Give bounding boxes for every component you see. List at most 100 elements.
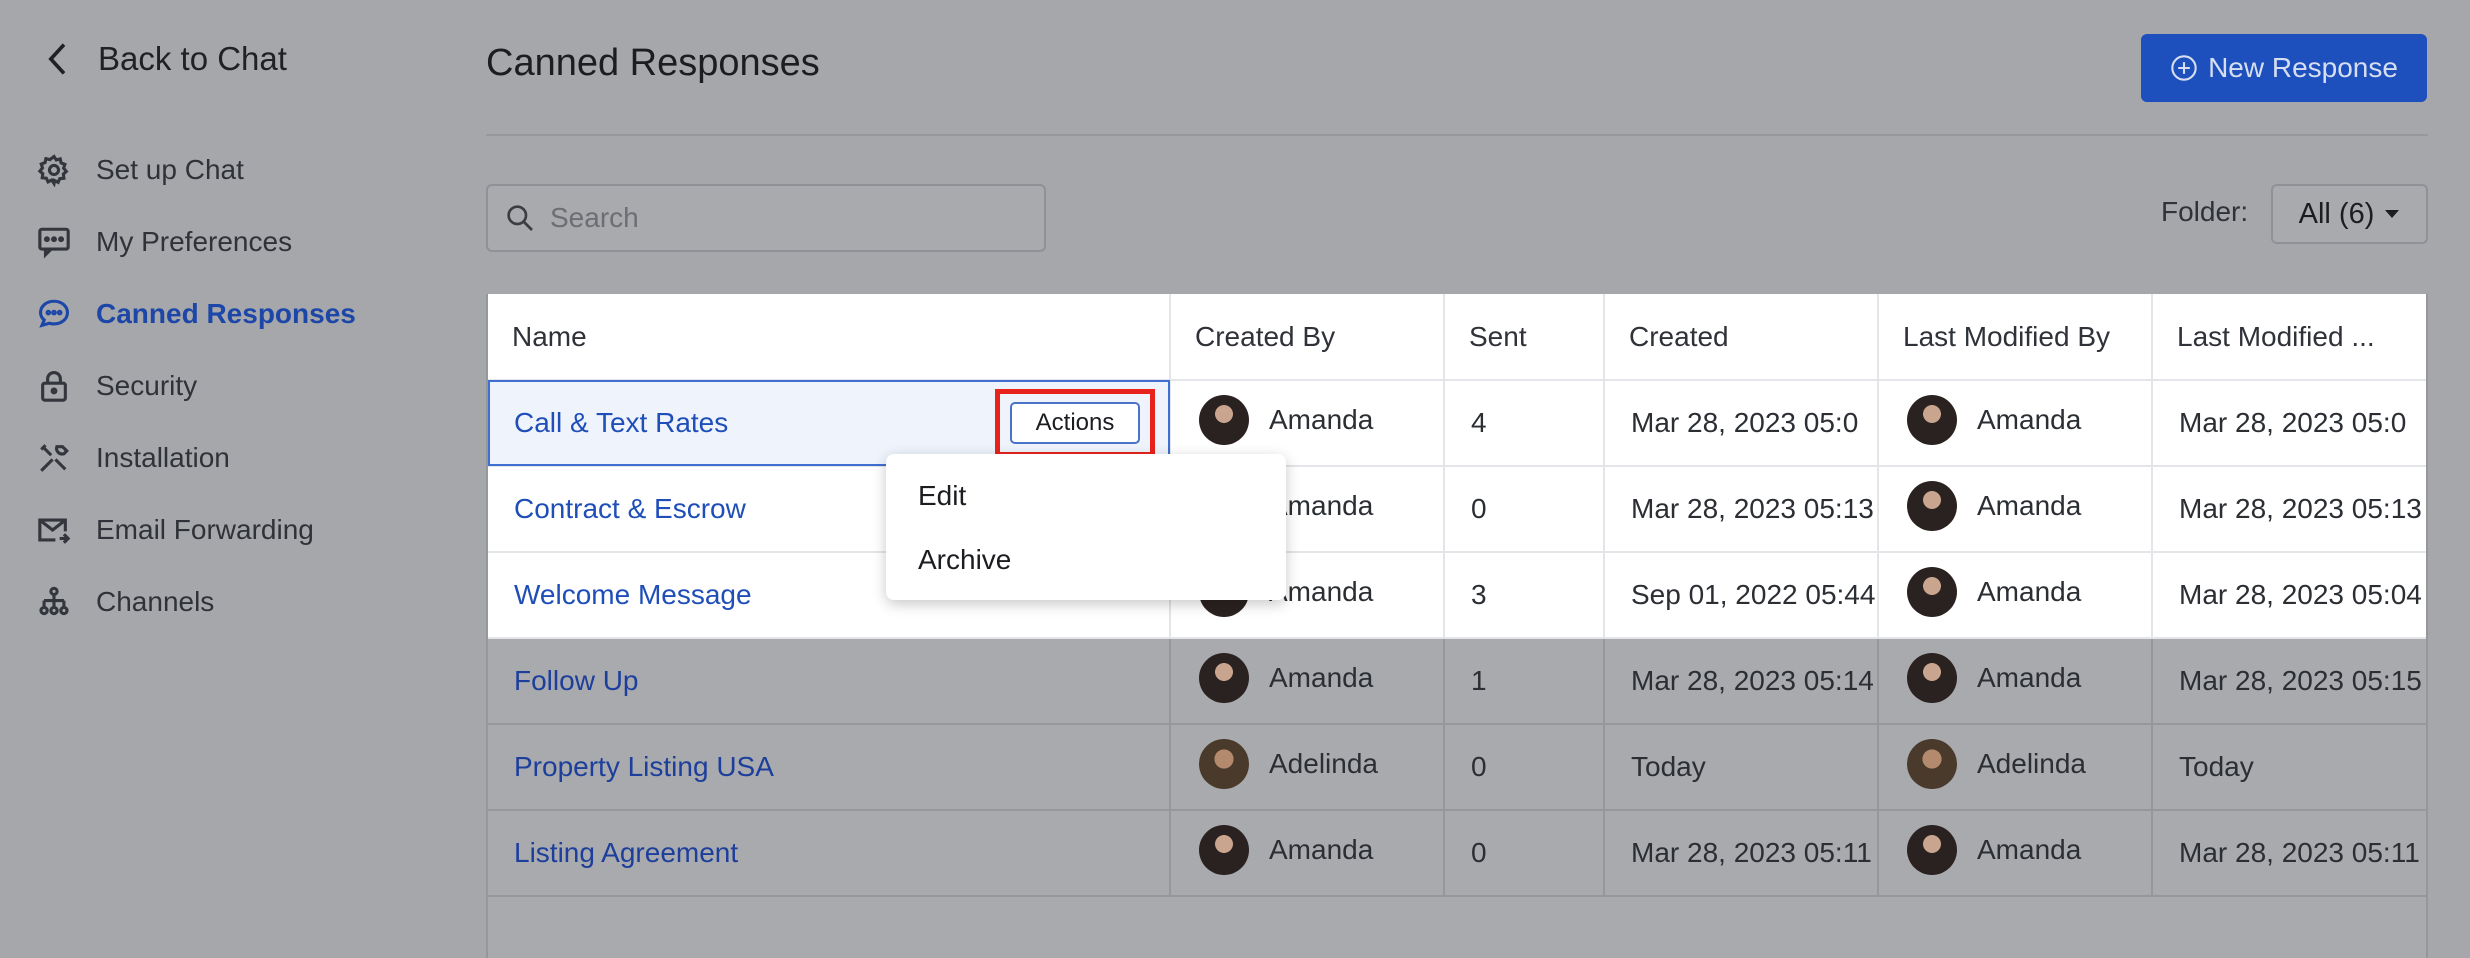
sent-cell: 1 (1444, 638, 1604, 724)
response-name-link[interactable]: Welcome Message (514, 579, 752, 610)
avatar (1199, 739, 1249, 789)
new-response-button[interactable]: New Response (2141, 34, 2427, 102)
modified-cell: Mar 28, 2023 05:15 (2152, 638, 2428, 724)
modified-by-cell: Amanda (1878, 638, 2152, 724)
modified-by-cell: Amanda (1878, 466, 2152, 552)
avatar (1907, 567, 1957, 617)
search-box[interactable] (486, 184, 1046, 252)
modified-cell: Mar 28, 2023 05:0 (2152, 380, 2428, 466)
response-name-link[interactable]: Contract & Escrow (514, 493, 746, 524)
modified-by-cell: Amanda (1878, 810, 2152, 896)
sidebar-item-label: Channels (96, 586, 214, 618)
folder-label: Folder: (2161, 196, 2248, 228)
sidebar: Back to Chat Set up Chat My Preferences … (0, 0, 440, 958)
sidebar-item-my-preferences[interactable]: My Preferences (36, 206, 356, 278)
sidebar-item-installation[interactable]: Installation (36, 422, 356, 494)
new-response-label: New Response (2208, 52, 2398, 84)
back-label: Back to Chat (98, 40, 287, 78)
sent-cell: 4 (1444, 380, 1604, 466)
page-title: Canned Responses (486, 42, 820, 85)
chat-bubble-icon (36, 296, 72, 332)
lock-icon (36, 368, 72, 404)
gear-icon (36, 152, 72, 188)
modifier-name: Amanda (1977, 490, 2081, 522)
sent-cell: 3 (1444, 552, 1604, 638)
sent-cell: 0 (1444, 724, 1604, 810)
name-cell: Follow Up (488, 638, 1170, 724)
header-divider (486, 134, 2428, 136)
sidebar-item-email-forwarding[interactable]: Email Forwarding (36, 494, 356, 566)
sidebar-item-label: Installation (96, 442, 230, 474)
mail-forward-icon (36, 512, 72, 548)
column-header-created[interactable]: Created (1604, 294, 1878, 380)
avatar (1199, 825, 1249, 875)
search-input[interactable] (550, 202, 1030, 234)
table-row[interactable]: Contract & Escrow Amanda 0 Mar 28, 2023 … (488, 466, 2428, 552)
response-name-link[interactable]: Property Listing USA (514, 751, 774, 782)
tools-icon (36, 440, 72, 476)
response-name-link[interactable]: Follow Up (514, 665, 638, 696)
created-by-cell: Amanda (1170, 638, 1444, 724)
plus-circle-icon (2170, 54, 2198, 82)
response-name-link[interactable]: Call & Text Rates (514, 407, 728, 439)
sidebar-item-label: Email Forwarding (96, 514, 314, 546)
creator-name: Amanda (1269, 404, 1373, 436)
avatar (1907, 653, 1957, 703)
channels-icon (36, 584, 72, 620)
created-by-cell: Amanda (1170, 810, 1444, 896)
folder-value: All (6) (2299, 198, 2375, 231)
created-cell: Mar 28, 2023 05:14 (1604, 638, 1878, 724)
created-cell: Mar 28, 2023 05:13 (1604, 466, 1878, 552)
modified-by-cell: Amanda (1878, 380, 2152, 466)
modified-cell: Mar 28, 2023 05:11 (2152, 810, 2428, 896)
folder-select[interactable]: All (6) (2271, 184, 2428, 244)
table-row[interactable]: Property Listing USA Adelinda 0 Today Ad… (488, 724, 2428, 810)
modified-cell: Mar 28, 2023 05:13 (2152, 466, 2428, 552)
avatar (1907, 395, 1957, 445)
sidebar-nav: Set up Chat My Preferences Canned Respon… (36, 134, 356, 638)
sidebar-item-security[interactable]: Security (36, 350, 356, 422)
column-header-name[interactable]: Name (488, 294, 1170, 380)
sidebar-item-label: My Preferences (96, 226, 292, 258)
modified-cell: Today (2152, 724, 2428, 810)
avatar (1199, 395, 1249, 445)
modifier-name: Adelinda (1977, 748, 2086, 780)
creator-name: Amanda (1269, 662, 1373, 694)
table-header-row: Name Created By Sent Created Last Modifi… (488, 294, 2428, 380)
created-by-cell: Adelinda (1170, 724, 1444, 810)
actions-button[interactable]: Actions (1010, 402, 1140, 444)
sidebar-item-channels[interactable]: Channels (36, 566, 356, 638)
name-cell: Property Listing USA (488, 724, 1170, 810)
modified-by-cell: Amanda (1878, 552, 2152, 638)
column-header-last-modified[interactable]: Last Modified ... (2152, 294, 2428, 380)
table-row[interactable]: Welcome Message Amanda 3 Sep 01, 2022 05… (488, 552, 2428, 638)
actions-menu: Edit Archive (886, 454, 1286, 600)
chevron-left-icon (44, 41, 72, 77)
sidebar-item-label: Set up Chat (96, 154, 244, 186)
sent-cell: 0 (1444, 810, 1604, 896)
back-to-chat-link[interactable]: Back to Chat (44, 40, 287, 78)
table-row[interactable]: Call & Text Rates Actions Amanda 4 Mar 2… (488, 380, 2428, 466)
creator-name: Adelinda (1269, 748, 1378, 780)
created-cell: Mar 28, 2023 05:0 (1604, 380, 1878, 466)
creator-name: Amanda (1269, 834, 1373, 866)
menu-item-archive[interactable]: Archive (886, 528, 1286, 592)
avatar (1907, 481, 1957, 531)
column-header-last-modified-by[interactable]: Last Modified By (1878, 294, 2152, 380)
modifier-name: Amanda (1977, 662, 2081, 694)
sidebar-item-label: Security (96, 370, 197, 402)
created-cell: Mar 28, 2023 05:11 (1604, 810, 1878, 896)
modified-by-cell: Adelinda (1878, 724, 2152, 810)
created-cell: Today (1604, 724, 1878, 810)
table-row[interactable]: Follow Up Amanda 1 Mar 28, 2023 05:14 Am… (488, 638, 2428, 724)
response-name-link[interactable]: Listing Agreement (514, 837, 738, 868)
column-header-created-by[interactable]: Created By (1170, 294, 1444, 380)
column-header-sent[interactable]: Sent (1444, 294, 1604, 380)
modifier-name: Amanda (1977, 834, 2081, 866)
table-row[interactable]: Listing Agreement Amanda 0 Mar 28, 2023 … (488, 810, 2428, 896)
sidebar-item-setup-chat[interactable]: Set up Chat (36, 134, 356, 206)
created-cell: Sep 01, 2022 05:44 (1604, 552, 1878, 638)
menu-item-edit[interactable]: Edit (886, 464, 1286, 528)
sidebar-item-label: Canned Responses (96, 298, 356, 330)
sidebar-item-canned-responses[interactable]: Canned Responses (36, 278, 356, 350)
